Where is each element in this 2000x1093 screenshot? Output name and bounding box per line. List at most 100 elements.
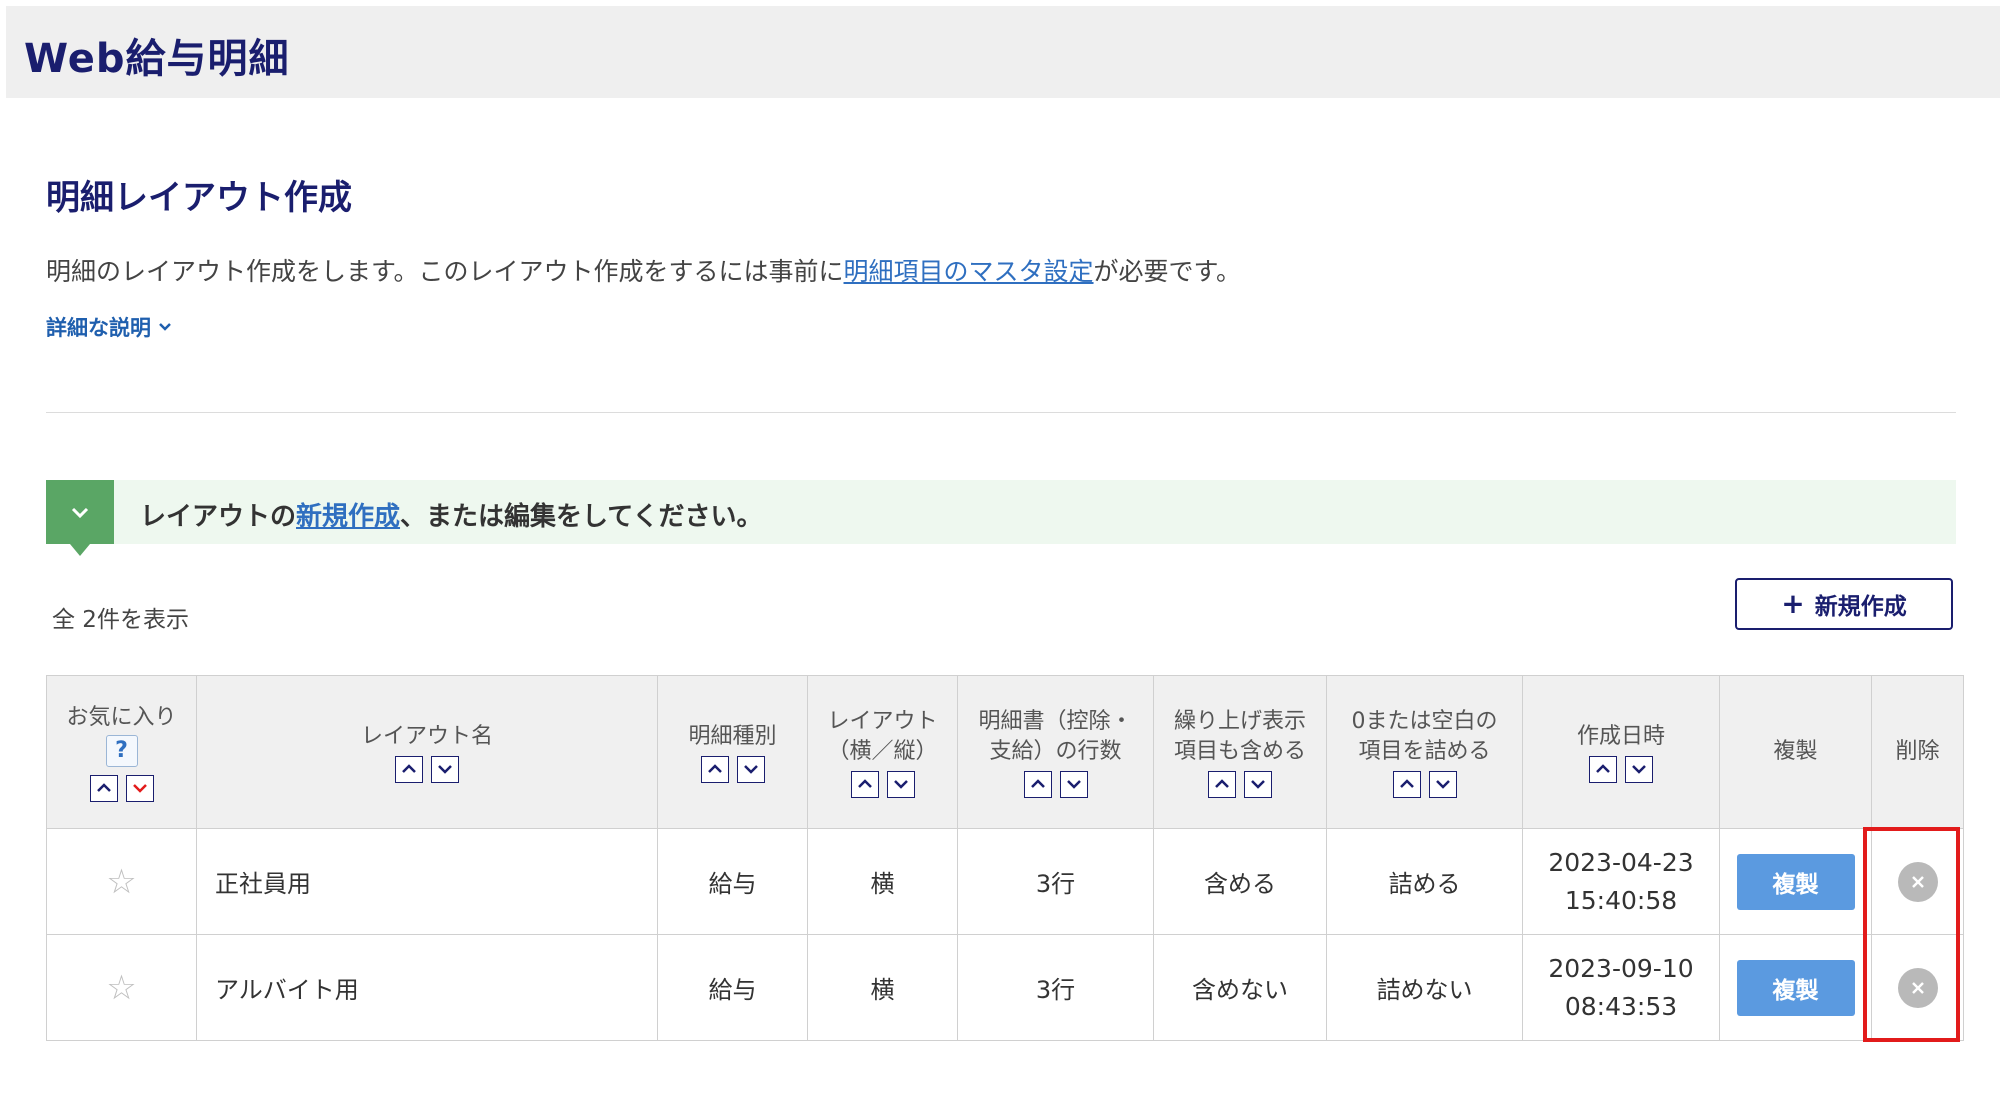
copy-cell: 複製 <box>1719 828 1872 935</box>
favorite-cell: ☆ <box>46 934 197 1041</box>
sort-asc-button[interactable] <box>1208 770 1236 798</box>
sort-controls <box>662 755 803 783</box>
sort-controls <box>1331 770 1518 798</box>
master-settings-link[interactable]: 明細項目のマスタ設定 <box>844 257 1094 286</box>
orientation-cell: 横 <box>807 934 958 1041</box>
header-row-count-line1: 明細書（控除・ <box>978 708 1133 734</box>
created-cell: 2023-09-10 08:43:53 <box>1522 934 1720 1041</box>
sort-controls <box>201 755 653 783</box>
header-type: 明細種別 <box>657 675 808 829</box>
header-roundup: 繰り上げ表示 項目も含める <box>1153 675 1327 829</box>
sort-asc-button[interactable] <box>850 770 879 798</box>
header-roundup-line1: 繰り上げ表示 <box>1173 708 1306 734</box>
chevron-up-icon <box>1215 779 1229 788</box>
header-created-label: 作成日時 <box>1576 723 1665 749</box>
orientation-cell: 横 <box>807 828 958 935</box>
sort-controls <box>51 774 192 802</box>
favorite-cell: ☆ <box>46 828 197 935</box>
layout-name-cell[interactable]: 正社員用 <box>196 828 658 935</box>
chevron-down-icon <box>1251 780 1265 789</box>
star-icon[interactable]: ☆ <box>106 968 136 1008</box>
plus-icon: + <box>1781 587 1805 620</box>
chevron-down-icon <box>1632 765 1646 774</box>
header-created: 作成日時 <box>1522 675 1720 829</box>
header-zero-line1: 0または空白の <box>1351 708 1498 734</box>
sort-asc-button[interactable] <box>1023 770 1052 798</box>
create-new-link[interactable]: 新規作成 <box>296 502 400 532</box>
sort-desc-button[interactable] <box>431 755 459 783</box>
header-row-count-line2: 支給）の行数 <box>989 738 1122 764</box>
notice-tail <box>70 544 90 556</box>
sort-desc-button[interactable] <box>886 770 915 798</box>
sort-desc-button[interactable] <box>1244 770 1272 798</box>
header-zero-line2: 項目を詰める <box>1358 738 1491 764</box>
type-cell: 給与 <box>657 828 808 935</box>
sort-asc-button[interactable] <box>1392 770 1421 798</box>
notice-badge <box>46 480 114 544</box>
sort-controls <box>1527 755 1715 783</box>
created-cell: 2023-04-23 15:40:58 <box>1522 828 1720 935</box>
sort-asc-button[interactable] <box>395 755 423 783</box>
roundup-cell: 含めない <box>1153 934 1327 1041</box>
header-favorite: お気に入り ? <box>46 675 197 829</box>
page-description: 明細のレイアウト作成をします。このレイアウト作成をするには事前に明細項目のマスタ… <box>46 252 1241 288</box>
chevron-up-icon <box>857 779 872 788</box>
created-date: 2023-04-23 <box>1548 847 1694 877</box>
detail-toggle[interactable]: 詳細な説明 <box>46 312 173 342</box>
chevron-up-icon <box>1596 764 1610 773</box>
row-count-cell: 3行 <box>957 934 1154 1041</box>
sort-asc-button[interactable] <box>700 755 729 783</box>
create-new-label: 新規作成 <box>1814 594 1907 620</box>
description-text: 明細のレイアウト作成をします。このレイアウト作成をするには事前に <box>46 257 844 286</box>
header-favorite-label: お気に入り <box>66 704 177 730</box>
sort-asc-button[interactable] <box>89 774 118 802</box>
header-row-count: 明細書（控除・ 支給）の行数 <box>957 675 1154 829</box>
created-time: 08:43:53 <box>1564 991 1678 1021</box>
sort-asc-button[interactable] <box>1589 755 1617 783</box>
sort-desc-button[interactable] <box>1625 755 1653 783</box>
chevron-down-icon <box>159 323 171 331</box>
copy-button[interactable]: 複製 <box>1736 959 1855 1016</box>
header-copy: 複製 <box>1719 675 1872 829</box>
chevron-down-icon <box>438 765 452 774</box>
create-new-button[interactable]: + 新規作成 <box>1735 578 1953 630</box>
sort-desc-button[interactable] <box>736 755 765 783</box>
sort-desc-button[interactable] <box>1059 770 1088 798</box>
table-row: ☆ 正社員用 給与 横 3行 含める 詰める 2023-04-23 15:40:… <box>46 828 1964 935</box>
zero-compact-cell: 詰める <box>1326 828 1523 935</box>
type-cell: 給与 <box>657 934 808 1041</box>
copy-cell: 複製 <box>1719 934 1872 1041</box>
header-orientation-line1: レイアウト <box>827 708 938 734</box>
divider <box>46 412 1956 413</box>
created-date: 2023-09-10 <box>1548 953 1694 983</box>
header-roundup-line2: 項目も含める <box>1173 738 1306 764</box>
chevron-up-icon <box>96 783 111 792</box>
sort-desc-button[interactable] <box>1428 770 1457 798</box>
description-text-tail: が必要です。 <box>1093 257 1242 286</box>
header-layout-name-label: レイアウト名 <box>360 723 493 749</box>
zero-compact-cell: 詰めない <box>1326 934 1523 1041</box>
header-delete: 削除 <box>1871 675 1964 829</box>
chevron-down-icon <box>132 784 147 793</box>
chevron-up-icon <box>1399 779 1414 788</box>
notice-banner: レイアウトの新規作成、または編集をしてください。 <box>46 480 1956 556</box>
header-type-label: 明細種別 <box>688 723 777 749</box>
sort-controls <box>812 770 953 798</box>
star-icon[interactable]: ☆ <box>106 862 136 902</box>
page-title: 明細レイアウト作成 <box>46 178 352 218</box>
chevron-up-icon <box>707 764 722 773</box>
notice-text: レイアウトの新規作成、または編集をしてください。 <box>140 496 762 533</box>
notice-text-after: 、または編集をしてください。 <box>400 502 763 532</box>
chevron-down-icon <box>1066 780 1081 789</box>
delete-column-highlight <box>1863 827 1960 1042</box>
chevron-up-icon <box>1030 779 1045 788</box>
roundup-cell: 含める <box>1153 828 1327 935</box>
chevron-down-icon <box>1435 780 1450 789</box>
detail-toggle-label: 詳細な説明 <box>46 316 151 340</box>
help-icon[interactable]: ? <box>105 734 138 767</box>
copy-button[interactable]: 複製 <box>1736 853 1855 910</box>
created-time: 15:40:58 <box>1564 885 1678 915</box>
layout-name-cell[interactable]: アルバイト用 <box>196 934 658 1041</box>
sort-desc-button[interactable] <box>125 774 154 802</box>
chevron-down-icon <box>743 765 758 774</box>
